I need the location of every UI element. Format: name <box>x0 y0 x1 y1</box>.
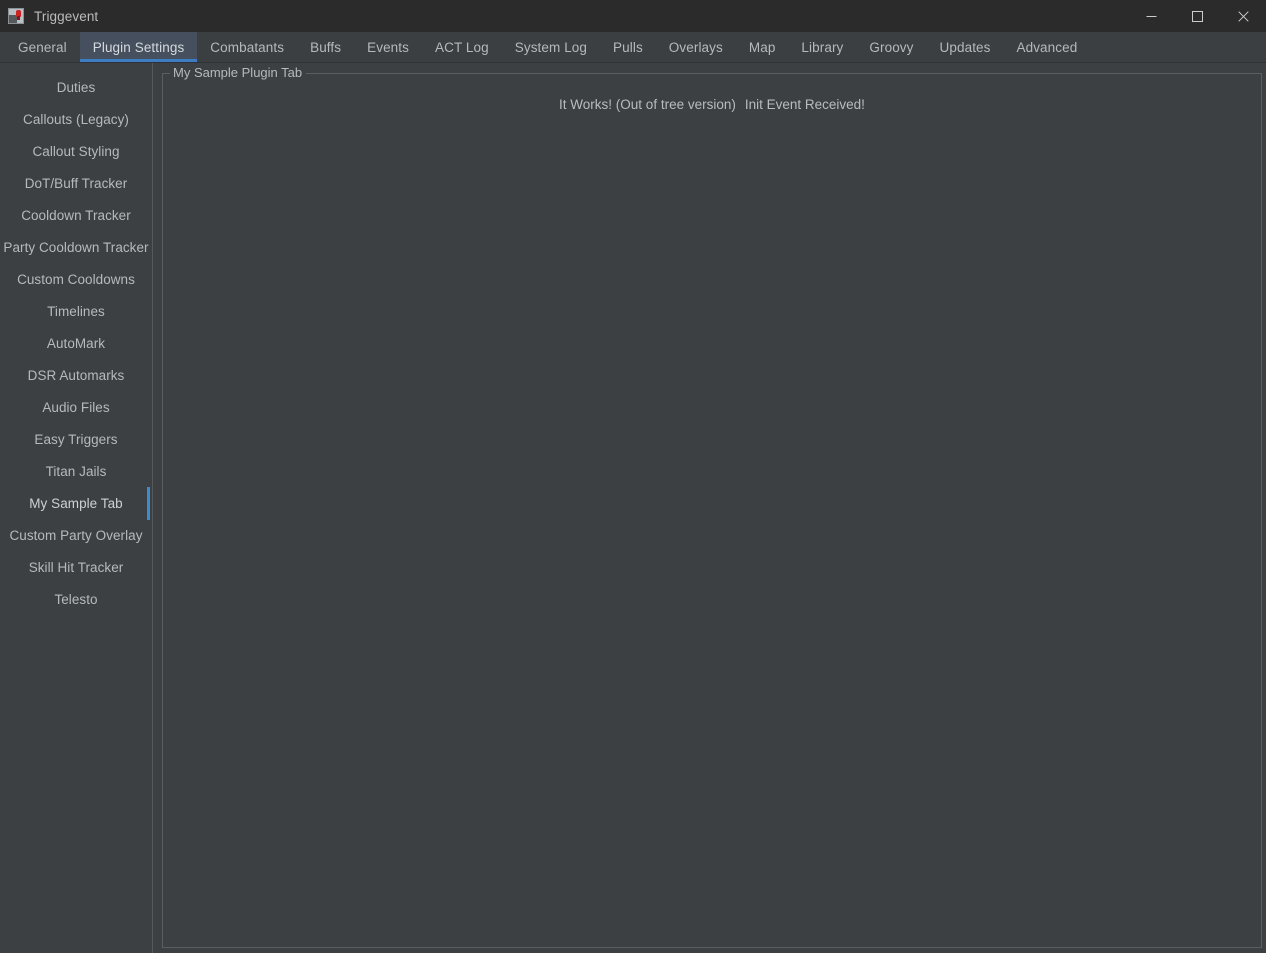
sidebar-item-label: Audio Files <box>42 399 110 415</box>
sidebar-item-label: DSR Automarks <box>27 367 125 383</box>
tab-events[interactable]: Events <box>354 32 422 62</box>
sidebar-item-label: Duties <box>56 79 96 95</box>
sidebar-item-dot-buff-tracker[interactable]: DoT/Buff Tracker <box>0 167 152 199</box>
sidebar-item-automark[interactable]: AutoMark <box>0 327 152 359</box>
tab-label: Library <box>801 39 844 55</box>
title-bar: Triggevent <box>0 0 1266 32</box>
tab-label: Map <box>748 39 776 55</box>
tab-label: Buffs <box>310 39 342 55</box>
minimize-button[interactable] <box>1128 0 1174 32</box>
sidebar-item-label: Callouts (Legacy) <box>23 111 129 127</box>
tab-label: System Log <box>514 39 588 55</box>
window-title: Triggevent <box>34 8 99 24</box>
app-icon <box>7 7 25 25</box>
sidebar-item-label: Custom Party Overlay <box>9 527 143 543</box>
tab-library[interactable]: Library <box>788 32 856 62</box>
sidebar-item-duties[interactable]: Duties <box>0 71 152 103</box>
minimize-icon <box>1146 15 1156 17</box>
tab-label: ACT Log <box>435 39 489 55</box>
tab-pulls[interactable]: Pulls <box>600 32 656 62</box>
tab-buffs[interactable]: Buffs <box>297 32 354 62</box>
tab-plugin-settings[interactable]: Plugin Settings <box>79 32 198 62</box>
plugin-message-works: It Works! (Out of tree version) <box>559 97 736 112</box>
sidebar-item-cooldown-tracker[interactable]: Cooldown Tracker <box>0 199 152 231</box>
sidebar-item-label: AutoMark <box>46 335 106 351</box>
body-area: Duties Callouts (Legacy) Callout Styling… <box>0 63 1266 953</box>
sidebar-item-my-sample-tab[interactable]: My Sample Tab <box>0 487 152 520</box>
tab-label: Combatants <box>210 39 285 55</box>
group-box-title: My Sample Plugin Tab <box>170 65 307 80</box>
sidebar-item-label: Easy Triggers <box>34 431 118 447</box>
tab-label: Pulls <box>613 39 643 55</box>
sidebar-item-label: DoT/Buff Tracker <box>24 175 128 191</box>
sidebar-item-label: Callout Styling <box>32 143 120 159</box>
tab-updates[interactable]: Updates <box>927 32 1004 62</box>
application-window: Triggevent General Plugin Settings Comba… <box>0 0 1266 953</box>
sidebar-item-easy-triggers[interactable]: Easy Triggers <box>0 423 152 455</box>
sidebar-item-callout-styling[interactable]: Callout Styling <box>0 135 152 167</box>
tab-overlays[interactable]: Overlays <box>656 32 736 62</box>
window-controls <box>1128 0 1266 32</box>
maximize-icon <box>1191 10 1203 22</box>
close-button[interactable] <box>1220 0 1266 32</box>
content-panel: My Sample Plugin Tab It Works! (Out of t… <box>153 63 1266 953</box>
tab-act-log[interactable]: ACT Log <box>422 32 502 62</box>
plugin-group-box: My Sample Plugin Tab It Works! (Out of t… <box>162 65 1262 948</box>
sidebar-item-label: Timelines <box>47 303 105 319</box>
tab-label: Advanced <box>1016 39 1078 55</box>
sidebar-item-label: Titan Jails <box>45 463 107 479</box>
tab-label: Events <box>367 39 409 55</box>
sidebar-item-dsr-automarks[interactable]: DSR Automarks <box>0 359 152 391</box>
sidebar-item-party-cooldown-tracker[interactable]: Party Cooldown Tracker <box>0 231 152 263</box>
tab-system-log[interactable]: System Log <box>502 32 600 62</box>
tab-map[interactable]: Map <box>736 32 789 62</box>
plugin-messages: It Works! (Out of tree version) Init Eve… <box>163 83 1261 112</box>
sidebar-item-titan-jails[interactable]: Titan Jails <box>0 455 152 487</box>
sidebar-item-label: Telesto <box>54 591 98 607</box>
sidebar-item-label: My Sample Tab <box>29 495 123 511</box>
close-icon <box>1237 10 1249 22</box>
main-tab-bar: General Plugin Settings Combatants Buffs… <box>0 32 1266 63</box>
sidebar-item-label: Cooldown Tracker <box>21 207 131 223</box>
sidebar-item-callouts-legacy[interactable]: Callouts (Legacy) <box>0 103 152 135</box>
sidebar-item-label: Custom Cooldowns <box>17 271 135 287</box>
maximize-button[interactable] <box>1174 0 1220 32</box>
tab-label: Overlays <box>668 39 723 55</box>
plugin-sidebar[interactable]: Duties Callouts (Legacy) Callout Styling… <box>0 63 153 953</box>
sidebar-item-timelines[interactable]: Timelines <box>0 295 152 327</box>
tab-label: General <box>18 39 67 55</box>
sidebar-item-label: Skill Hit Tracker <box>28 559 124 575</box>
tab-groovy[interactable]: Groovy <box>856 32 926 62</box>
sidebar-item-custom-party-overlay[interactable]: Custom Party Overlay <box>0 519 152 551</box>
tab-general[interactable]: General <box>5 32 80 62</box>
sidebar-item-custom-cooldowns[interactable]: Custom Cooldowns <box>0 263 152 295</box>
sidebar-item-telesto[interactable]: Telesto <box>0 583 152 615</box>
tab-label: Plugin Settings <box>92 39 185 55</box>
sidebar-item-label: Party Cooldown Tracker <box>3 239 149 255</box>
tab-combatants[interactable]: Combatants <box>197 32 297 62</box>
tab-label: Updates <box>939 39 991 55</box>
tab-advanced[interactable]: Advanced <box>1004 32 1091 62</box>
sidebar-item-skill-hit-tracker[interactable]: Skill Hit Tracker <box>0 551 152 583</box>
plugin-message-init-event: Init Event Received! <box>744 97 865 112</box>
sidebar-item-audio-files[interactable]: Audio Files <box>0 391 152 423</box>
tab-label: Groovy <box>869 39 914 55</box>
